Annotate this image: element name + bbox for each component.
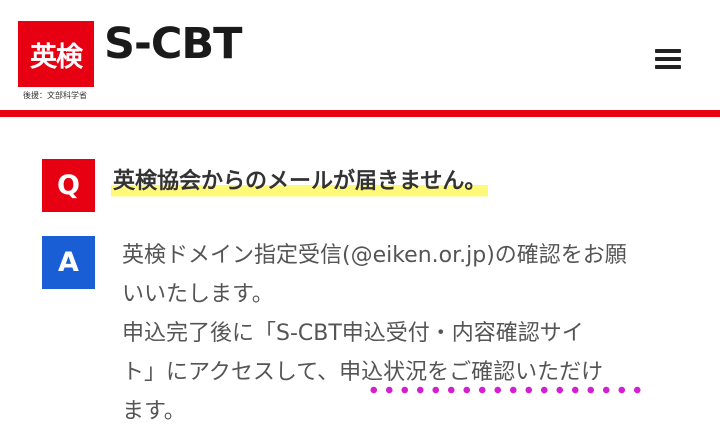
answer-line: 英検ドメイン指定受信(@eiken.or.jp)の確認をお願 [122, 243, 627, 268]
answer-line: ます。 [122, 399, 186, 424]
logo-kanji: 英検 [30, 41, 83, 73]
logo-wordmark[interactable]: S-CBT [104, 18, 242, 70]
site-header: 英検 S-CBT 後援：文部科学省 [0, 0, 720, 110]
header-divider [0, 110, 720, 117]
eiken-logo[interactable]: 英検 [18, 21, 94, 87]
dotted-underline [366, 386, 642, 394]
question-badge: Q [42, 159, 95, 212]
answer-text: 英検ドメイン指定受信(@eiken.or.jp)の確認をお願 いいたします。 申… [122, 236, 682, 431]
question-text: 英検協会からのメールが届きません。 [111, 163, 489, 201]
answer-line: 申込完了後に「S-CBT申込受付・内容確認サイ [122, 321, 584, 346]
answer-line: いいたします。 [122, 282, 274, 307]
hamburger-menu-icon[interactable] [652, 46, 684, 72]
logo-subtitle: 後援：文部科学省 [23, 91, 87, 100]
answer-badge: A [42, 236, 95, 289]
